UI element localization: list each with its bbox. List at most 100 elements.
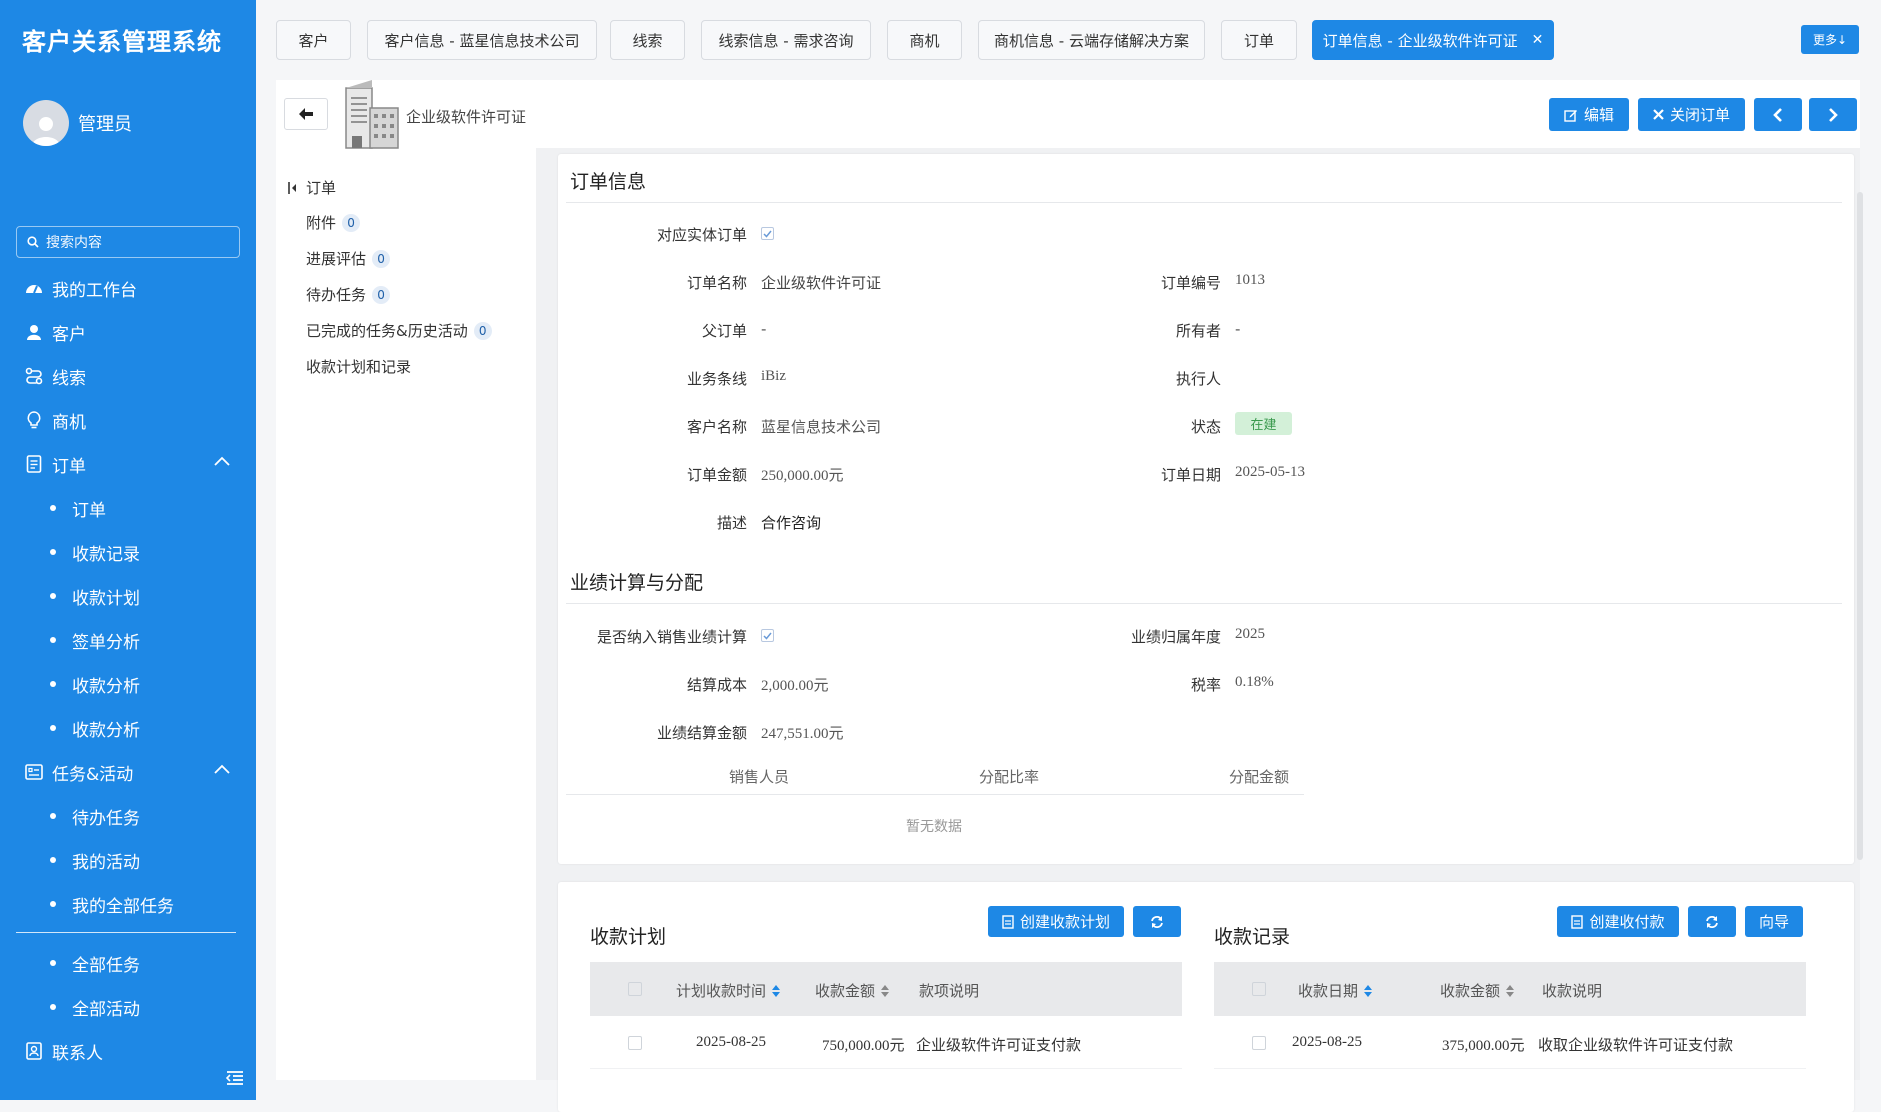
tab-opportunity-info[interactable]: 商机信息 - 云端存储解决方案 <box>978 20 1205 60</box>
subnav-label: 附件 <box>306 214 337 232</box>
tab-orders[interactable]: 订单 <box>1221 20 1297 60</box>
nav-opportunities[interactable]: 商机 <box>24 400 234 440</box>
create-payment-button[interactable]: 创建收付款 <box>1557 906 1679 937</box>
bullet-icon <box>50 901 56 907</box>
order-number-value: 1013 <box>1235 272 1265 288</box>
nav-leads[interactable]: 线索 <box>24 356 234 396</box>
subnav-payments[interactable]: 收款计划和记录 <box>306 356 411 377</box>
row-checkbox[interactable] <box>628 1036 642 1050</box>
section-title: 业绩计算与分配 <box>570 572 704 594</box>
order-name-value: 企业级软件许可证 <box>761 274 882 292</box>
refresh-records-button[interactable] <box>1688 906 1736 937</box>
field-label: 描述 <box>716 514 747 532</box>
contact-card-icon <box>24 1041 44 1061</box>
close-order-button[interactable]: 关闭订单 <box>1638 98 1745 131</box>
column-header: 分配比率 <box>979 768 1040 786</box>
payments-card: 收款计划 创建收款计划 计划收款时间 收款金额 款项说明 2025-08-25 … <box>558 882 1854 1112</box>
column-header-plan-date[interactable]: 计划收款时间 <box>676 980 781 1001</box>
column-header-record-date[interactable]: 收款日期 <box>1298 980 1373 1001</box>
count-badge: 0 <box>342 213 361 232</box>
edit-button[interactable]: 编辑 <box>1549 98 1629 131</box>
tab-lead-info[interactable]: 线索信息 - 需求咨询 <box>701 20 871 60</box>
chevron-up-icon[interactable] <box>214 764 230 774</box>
select-all-checkbox[interactable] <box>1252 982 1266 996</box>
subnav-completed[interactable]: 已完成的任务&历史活动 0 <box>306 320 492 341</box>
order-info-card: 订单信息 对应实体订单 订单名称 企业级软件许可证 订单编号 1013 父订单 … <box>558 154 1854 864</box>
nav-orders-payment-records[interactable]: 收款记录 <box>50 532 240 572</box>
owner-value: - <box>1235 320 1241 338</box>
column-header-plan-desc: 款项说明 <box>919 980 979 1001</box>
nav-customers[interactable]: 客户 <box>24 312 234 352</box>
nav-label: 我的工作台 <box>52 280 137 301</box>
wizard-button[interactable]: 向导 <box>1745 906 1803 937</box>
record-date-cell: 2025-08-25 <box>1292 1034 1362 1050</box>
physical-order-checkbox[interactable] <box>761 227 774 240</box>
nav-orders-payment-analysis[interactable]: 收款分析 <box>50 664 240 704</box>
check-icon <box>763 230 772 238</box>
tab-order-info[interactable]: 订单信息 - 企业级软件许可证 ✕ <box>1312 20 1554 60</box>
subnav-label: 订单 <box>306 179 337 197</box>
subnav-label: 进展评估 <box>306 250 367 268</box>
subnav-progress[interactable]: 进展评估 0 <box>306 248 391 269</box>
back-button[interactable] <box>284 98 328 130</box>
avatar <box>23 100 69 146</box>
search-placeholder: 搜索内容 <box>46 235 102 251</box>
close-tab-icon[interactable]: ✕ <box>1532 32 1544 48</box>
nav-tasks-my-activities[interactable]: 我的活动 <box>50 840 240 880</box>
user-info[interactable]: 管理员 <box>23 100 132 146</box>
nav-label: 商机 <box>52 412 86 433</box>
include-sales-checkbox[interactable] <box>761 629 774 642</box>
tab-customer-info[interactable]: 客户信息 - 蓝星信息技术公司 <box>367 20 597 60</box>
tab-leads[interactable]: 线索 <box>610 20 685 60</box>
subnav-label: 已完成的任务&历史活动 <box>306 322 468 340</box>
column-label: 收款日期 <box>1298 982 1359 1000</box>
document-icon <box>1002 914 1014 929</box>
more-tabs-button[interactable]: 更多↓ <box>1801 25 1859 54</box>
nav-contacts[interactable]: 联系人 <box>24 1031 234 1071</box>
nav-all-activities[interactable]: 全部活动 <box>50 987 240 1027</box>
previous-record-button[interactable] <box>1754 98 1802 131</box>
search-input[interactable]: 搜索内容 <box>16 226 240 258</box>
bullet-icon <box>50 1004 56 1010</box>
nav-label: 订单 <box>52 456 86 477</box>
chevron-up-icon[interactable] <box>214 456 230 466</box>
column-header-plan-amount[interactable]: 收款金额 <box>815 980 890 1001</box>
nav-sub-label: 我的全部任务 <box>72 896 174 917</box>
nav-tasks-my-all-tasks[interactable]: 我的全部任务 <box>50 884 240 924</box>
subnav-attachments[interactable]: 附件 0 <box>306 212 361 233</box>
nav-label: 线索 <box>52 368 86 389</box>
dashboard-icon <box>24 278 44 298</box>
tab-label: 商机 <box>909 31 940 50</box>
nav-sub-label: 全部活动 <box>72 999 140 1020</box>
subnav-order[interactable]: 订单 <box>288 177 336 198</box>
refresh-plan-button[interactable] <box>1133 906 1181 937</box>
field-label: 订单编号 <box>1160 274 1221 292</box>
next-record-button[interactable] <box>1809 98 1857 131</box>
payment-plan-title: 收款计划 <box>590 926 667 948</box>
row-checkbox[interactable] <box>1252 1036 1266 1050</box>
nav-sub-label: 待办任务 <box>72 808 140 829</box>
content-scrollbar[interactable] <box>1857 192 1863 860</box>
field-label: 父订单 <box>701 322 747 340</box>
subnav-todo[interactable]: 待办任务 0 <box>306 284 391 305</box>
tab-opportunities[interactable]: 商机 <box>887 20 962 60</box>
create-payment-plan-button[interactable]: 创建收款计划 <box>988 906 1124 937</box>
nav-tasks[interactable]: 任务&活动 <box>24 752 234 792</box>
select-all-checkbox[interactable] <box>628 982 642 996</box>
nav-workbench[interactable]: 我的工作台 <box>24 268 234 308</box>
nav-orders[interactable]: 订单 <box>24 444 234 484</box>
column-header-record-amount[interactable]: 收款金额 <box>1440 980 1515 1001</box>
tab-customers[interactable]: 客户 <box>276 20 351 60</box>
tab-label: 线索 <box>632 31 663 50</box>
section-divider <box>566 603 1842 604</box>
collapse-menu-icon[interactable] <box>226 1070 244 1086</box>
user-avatar-icon <box>32 117 60 146</box>
nav-all-tasks[interactable]: 全部任务 <box>50 943 240 983</box>
nav-orders-order[interactable]: 订单 <box>50 488 240 528</box>
nav-orders-signing-analysis[interactable]: 签单分析 <box>50 620 240 660</box>
nav-tasks-todo[interactable]: 待办任务 <box>50 796 240 836</box>
sort-icon <box>1364 984 1373 997</box>
nav-orders-payment-analysis-2[interactable]: 收款分析 <box>50 708 240 748</box>
lightbulb-icon <box>24 410 44 430</box>
nav-orders-payment-plan[interactable]: 收款计划 <box>50 576 240 616</box>
